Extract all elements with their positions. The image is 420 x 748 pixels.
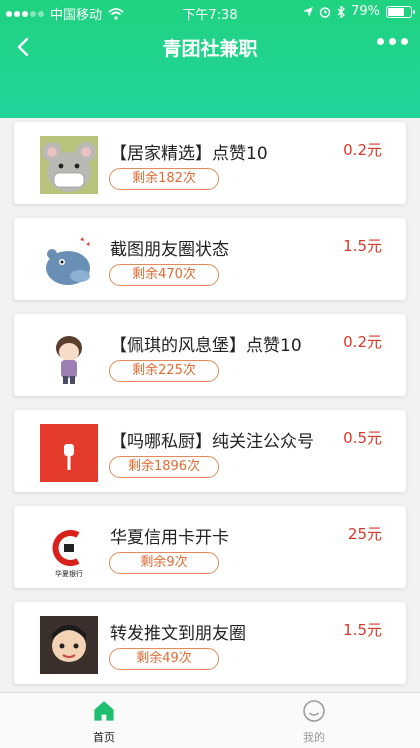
navbar: 青团社兼职 (0, 24, 420, 72)
task-title: 【居家精选】点赞10 (110, 144, 268, 164)
smiley-icon (303, 700, 325, 722)
mouse-mask-avatar (40, 136, 98, 194)
remaining-badge: 剩余49次 (109, 648, 219, 670)
remaining-badge: 剩余1896次 (109, 456, 219, 478)
hippo-avatar (40, 232, 98, 290)
tab-home[interactable]: 首页 (64, 699, 144, 745)
cartoon-character-avatar (40, 616, 98, 674)
home-icon (94, 701, 114, 721)
task-title: 华夏信用卡开卡 (110, 528, 229, 548)
remaining-badge: 剩余470次 (109, 264, 219, 286)
cartoon-boy-avatar (40, 328, 98, 386)
remaining-badge: 剩余182次 (109, 168, 219, 190)
task-title: 【吗哪私厨】纯关注公众号 (110, 432, 314, 452)
remaining-badge: 剩余9次 (109, 552, 219, 574)
task-card[interactable]: 【吗哪私厨】纯关注公众号 0.5元 剩余1896次 (14, 410, 406, 492)
alarm-icon (319, 6, 331, 18)
task-card[interactable]: 【居家精选】点赞10 0.2元 剩余182次 (14, 122, 406, 204)
status-bar: 中国移动 下午7:38 79% (0, 0, 420, 24)
task-price: 0.2元 (343, 333, 382, 351)
more-dots-icon (377, 38, 384, 45)
app-header: 中国移动 下午7:38 79% 青团社兼职 (0, 0, 420, 118)
battery-icon (386, 5, 415, 18)
task-card[interactable]: 【佩琪的风息堡】点赞10 0.2元 剩余225次 (14, 314, 406, 396)
task-price: 1.5元 (343, 621, 382, 639)
red-logo-avatar (40, 424, 98, 482)
tab-mine[interactable]: 我的 (274, 699, 354, 745)
task-card[interactable]: 华夏银行 华夏信用卡开卡 25元 剩余9次 (14, 506, 406, 588)
tab-home-label: 首页 (93, 731, 115, 744)
huaxia-bank-logo: 华夏银行 (40, 520, 98, 578)
task-price: 0.2元 (343, 141, 382, 159)
task-card[interactable]: 转发推文到朋友圈 1.5元 剩余49次 (14, 602, 406, 684)
page-title: 青团社兼职 (162, 38, 258, 60)
task-title: 转发推文到朋友圈 (110, 624, 246, 644)
task-title: 【佩琪的风息堡】点赞10 (110, 336, 302, 356)
location-icon (303, 6, 314, 17)
svg-text:华夏银行: 华夏银行 (55, 569, 83, 578)
battery-fill (388, 7, 404, 16)
bluetooth-icon (337, 5, 346, 18)
battery-percent: 79% (351, 4, 380, 19)
task-price: 0.5元 (343, 429, 382, 447)
task-price: 25元 (347, 525, 382, 543)
task-price: 1.5元 (343, 237, 382, 255)
tab-mine-label: 我的 (303, 731, 325, 744)
task-title: 截图朋友圈状态 (110, 240, 229, 260)
remaining-badge: 剩余225次 (109, 360, 219, 382)
tab-bar: 首页 我的 (0, 692, 420, 748)
task-card[interactable]: 截图朋友圈状态 1.5元 剩余470次 (14, 218, 406, 300)
more-button[interactable] (377, 38, 408, 45)
